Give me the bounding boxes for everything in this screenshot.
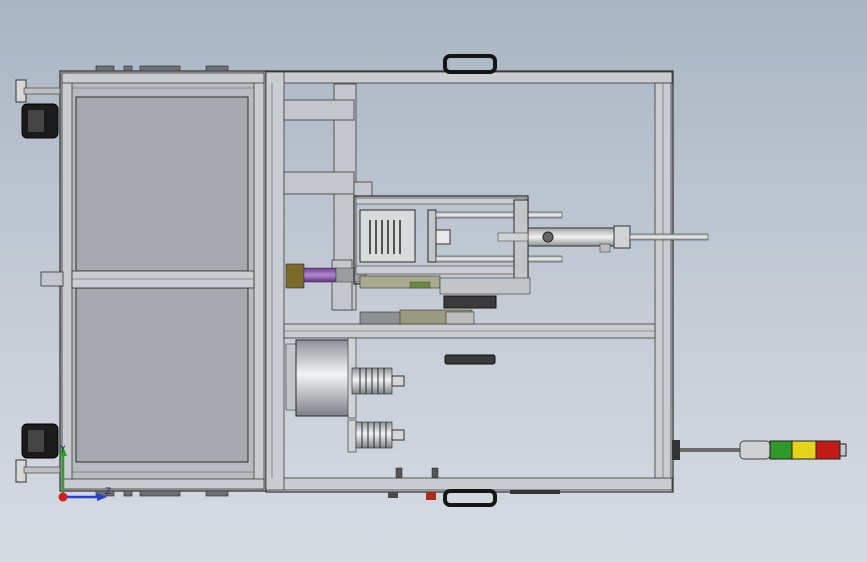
y-axis-label: Y bbox=[59, 445, 66, 455]
machine-drawing: Y Z bbox=[15, 54, 847, 507]
handle-top bbox=[443, 54, 497, 74]
stack-light-yellow-segment bbox=[791, 440, 817, 460]
origin-dot bbox=[58, 492, 68, 502]
z-axis-label: Z bbox=[105, 487, 111, 497]
caster-bottom-left bbox=[15, 423, 61, 483]
stack-light-green-segment bbox=[769, 440, 793, 460]
stack-light bbox=[672, 440, 847, 460]
cad-viewport[interactable]: Y Z bbox=[0, 0, 867, 562]
middle-mechanism bbox=[359, 275, 531, 325]
drum-assembly bbox=[285, 337, 405, 453]
caster-top-left bbox=[15, 79, 61, 139]
handle-middle bbox=[444, 354, 496, 365]
left-cabinet bbox=[40, 70, 267, 492]
stack-light-red-segment bbox=[815, 440, 841, 460]
handle-bottom bbox=[443, 489, 497, 507]
